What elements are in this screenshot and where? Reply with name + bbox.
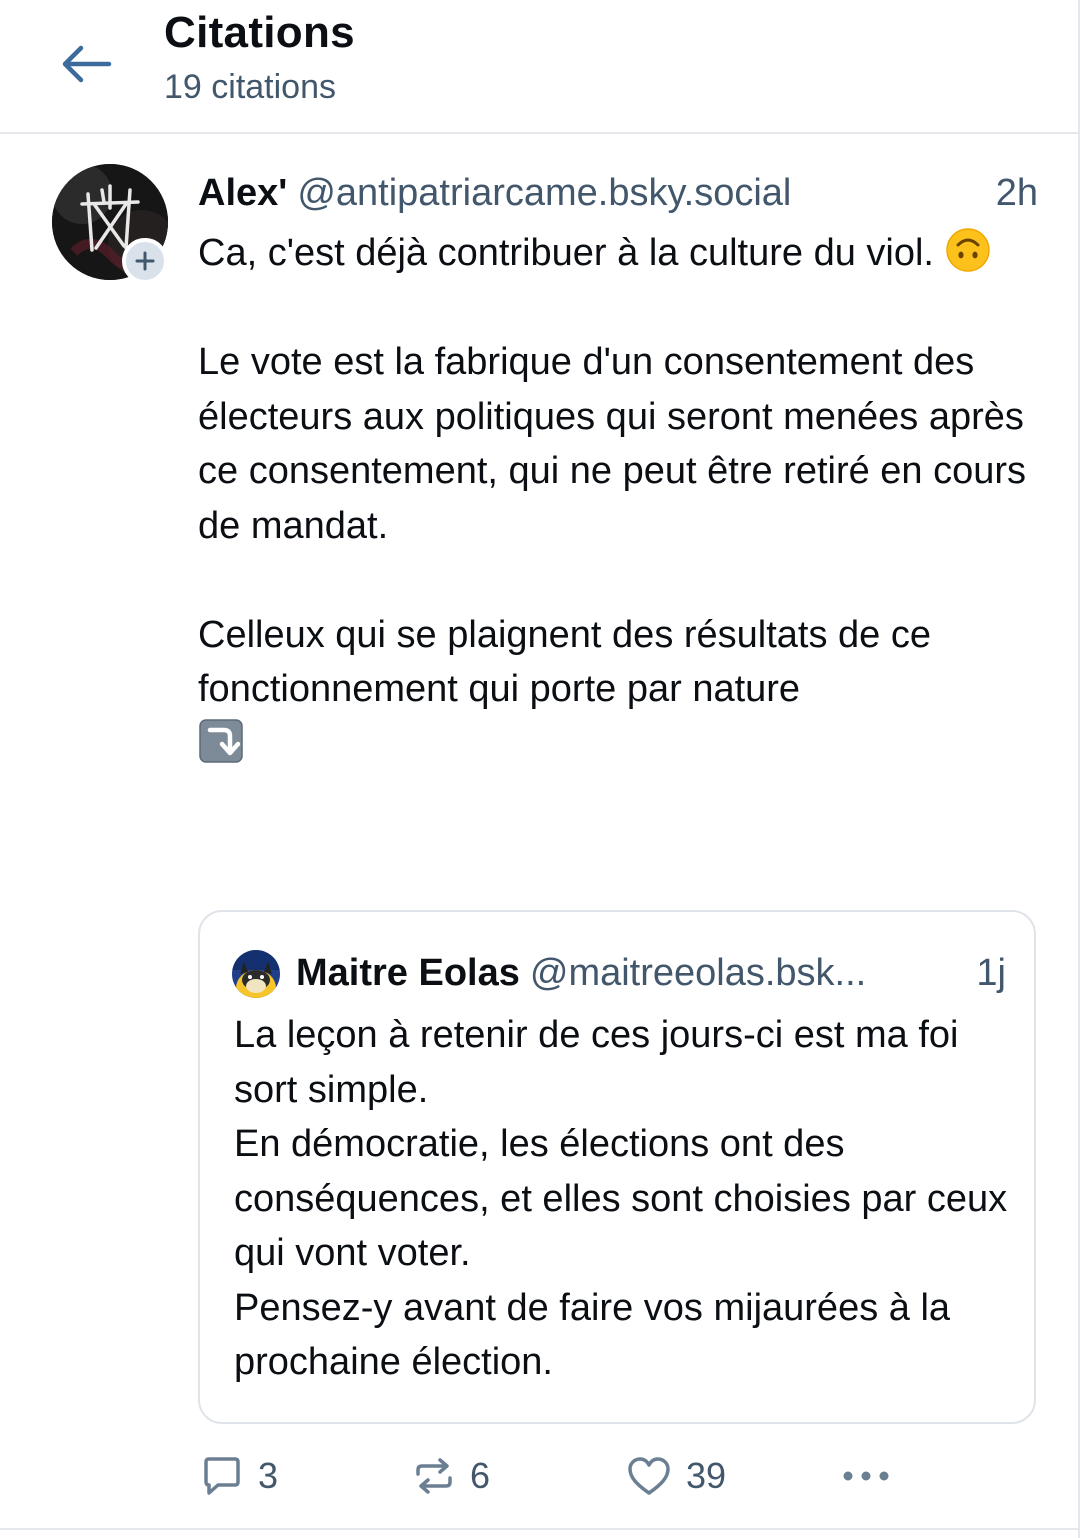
repost-icon [416,1458,452,1494]
reply-icon [204,1457,240,1495]
divider [0,1528,1080,1530]
quoted-post[interactable]: Maitre Eolas @maitreeolas.bsk... 1j La le… [198,910,1036,1424]
repost-button[interactable]: 6 [412,1444,490,1508]
arrow-left-icon [62,45,112,83]
post-paragraph-3: Celleux qui se plaignent des résultats d… [198,613,942,711]
page-title: Citations [164,8,355,57]
heart-icon [628,1457,670,1495]
quote-timestamp: 1j [976,952,1006,994]
page-subtitle: 19 citations [164,68,336,106]
quote-author-handle: @maitreeolas.bsk... [529,952,867,994]
top-bar: Citations 19 citations [0,0,1080,134]
upside-down-face-emoji-icon [945,228,990,272]
author-handle[interactable]: @antipatriarcame.bsky.social [297,172,791,214]
plus-icon [135,251,155,271]
back-button[interactable] [50,34,120,94]
post-header: Alex' @antipatriarcame.bsky.social 2h [198,168,1038,218]
reply-count: 3 [258,1455,279,1496]
arrow-down-turn-emoji-icon [199,718,243,763]
more-horizontal-icon [843,1471,889,1481]
post-actions: 3 6 39 [198,1444,1040,1508]
author-name[interactable]: Alex' [198,172,287,214]
more-options-button[interactable] [838,1444,894,1508]
quote-header: Maitre Eolas @maitreeolas.bsk... 1j [296,946,1006,1000]
quote-author-name: Maitre Eolas [296,952,520,994]
quote-author-avatar[interactable] [232,950,280,998]
like-button[interactable]: 39 [626,1444,726,1508]
quote-text: La leçon à retenir de ces jours-ci est m… [234,1014,1008,1383]
reply-button[interactable]: 3 [200,1444,278,1508]
like-count: 39 [686,1455,727,1496]
repost-count: 6 [470,1455,491,1496]
post-text: Ca, c'est déjà contribuer à la culture d… [198,226,1038,771]
post-paragraph-2: Le vote est la fabrique d'un consentemen… [198,341,1037,547]
post-paragraph-1: Ca, c'est déjà contribuer à la culture d… [198,232,945,274]
follow-button[interactable] [122,238,168,284]
post[interactable]: Alex' @antipatriarcame.bsky.social 2h Ca,… [0,134,1080,1534]
post-timestamp[interactable]: 2h [996,168,1038,218]
avatar-image [232,950,280,998]
